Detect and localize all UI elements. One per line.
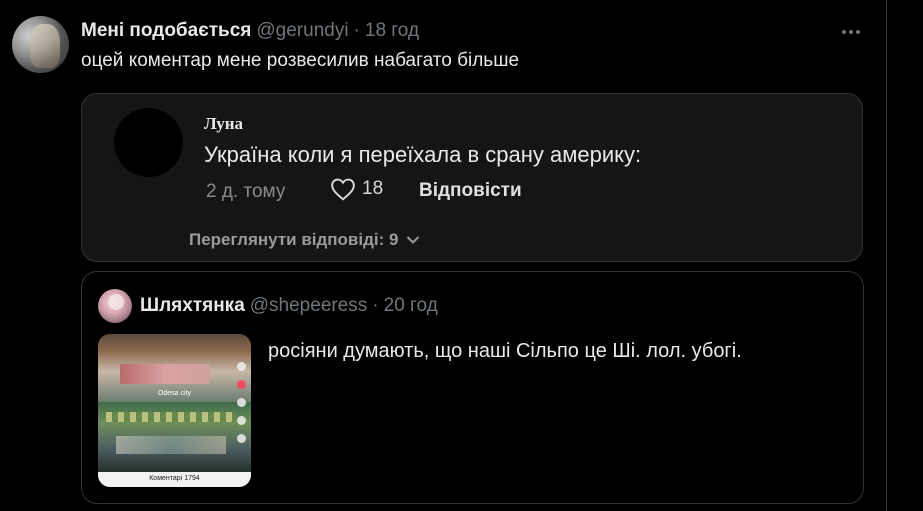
timeline-right-border: [886, 0, 887, 511]
media-store-photo-bottom: [98, 402, 251, 472]
profile-icon: [236, 362, 246, 371]
quoted-tweet[interactable]: Шляхтянка @shepeeress · 20 год Odesa cit…: [81, 271, 864, 504]
more-dot: [842, 30, 846, 34]
tweet-text: оцей коментар мене розвесилив набагато б…: [81, 50, 520, 71]
quoted-author-display-name: Шляхтянка: [140, 295, 245, 316]
media-comments-label: Коментарі 1794: [149, 475, 200, 482]
share-icon: [236, 434, 246, 443]
quoted-author-handle: @shepeeress: [249, 295, 368, 316]
media-overlay-icons: [235, 362, 247, 443]
heart-outline-icon: [331, 178, 355, 201]
comment-text: Україна коли я переїхала в срану америку…: [204, 142, 642, 167]
tweet-timestamp[interactable]: 18 год: [365, 20, 419, 42]
comment-author-name: Луна: [204, 114, 244, 133]
embedded-comment-screenshot[interactable]: Луна Україна коли я переїхала в срану ам…: [81, 93, 863, 262]
more-dot: [849, 30, 853, 34]
chevron-down-icon: [407, 236, 420, 244]
quoted-tweet-timestamp: 20 год: [383, 295, 438, 316]
view-replies-label: Переглянути відповіді: 9: [189, 230, 399, 249]
comment-age: 2 д. тому: [206, 181, 286, 202]
quoted-tweet-media[interactable]: Odesa city Коментарі 1794: [98, 334, 251, 487]
view-replies-button[interactable]: Переглянути відповіді: 9: [189, 230, 420, 250]
quoted-tweet-text: росіяни думають, що наші Сільпо це Ші. л…: [268, 340, 742, 362]
author-handle[interactable]: @gerundyi: [256, 20, 348, 42]
more-options-icon[interactable]: [838, 22, 864, 42]
comment-author-avatar: [114, 108, 183, 177]
heart-icon: [236, 380, 246, 389]
more-dot: [856, 30, 860, 34]
quoted-header-separator: ·: [372, 295, 379, 316]
header-separator: ·: [353, 20, 360, 41]
author-display-name[interactable]: Мені подобається: [81, 20, 251, 42]
bookmark-icon: [236, 416, 246, 425]
comment-icon: [236, 398, 246, 407]
quoted-author-avatar: [98, 289, 132, 323]
tweet-header: Мені подобається @gerundyi · 18 год: [81, 20, 419, 42]
comment-reply-button[interactable]: Відповісти: [419, 180, 522, 202]
media-caption: Odesa city: [157, 390, 192, 397]
author-avatar[interactable]: [12, 16, 69, 73]
quoted-tweet-header: Шляхтянка @shepeeress · 20 год: [140, 295, 438, 317]
comment-like-count: 18: [362, 178, 384, 199]
comment-like-button[interactable]: 18: [330, 177, 383, 201]
